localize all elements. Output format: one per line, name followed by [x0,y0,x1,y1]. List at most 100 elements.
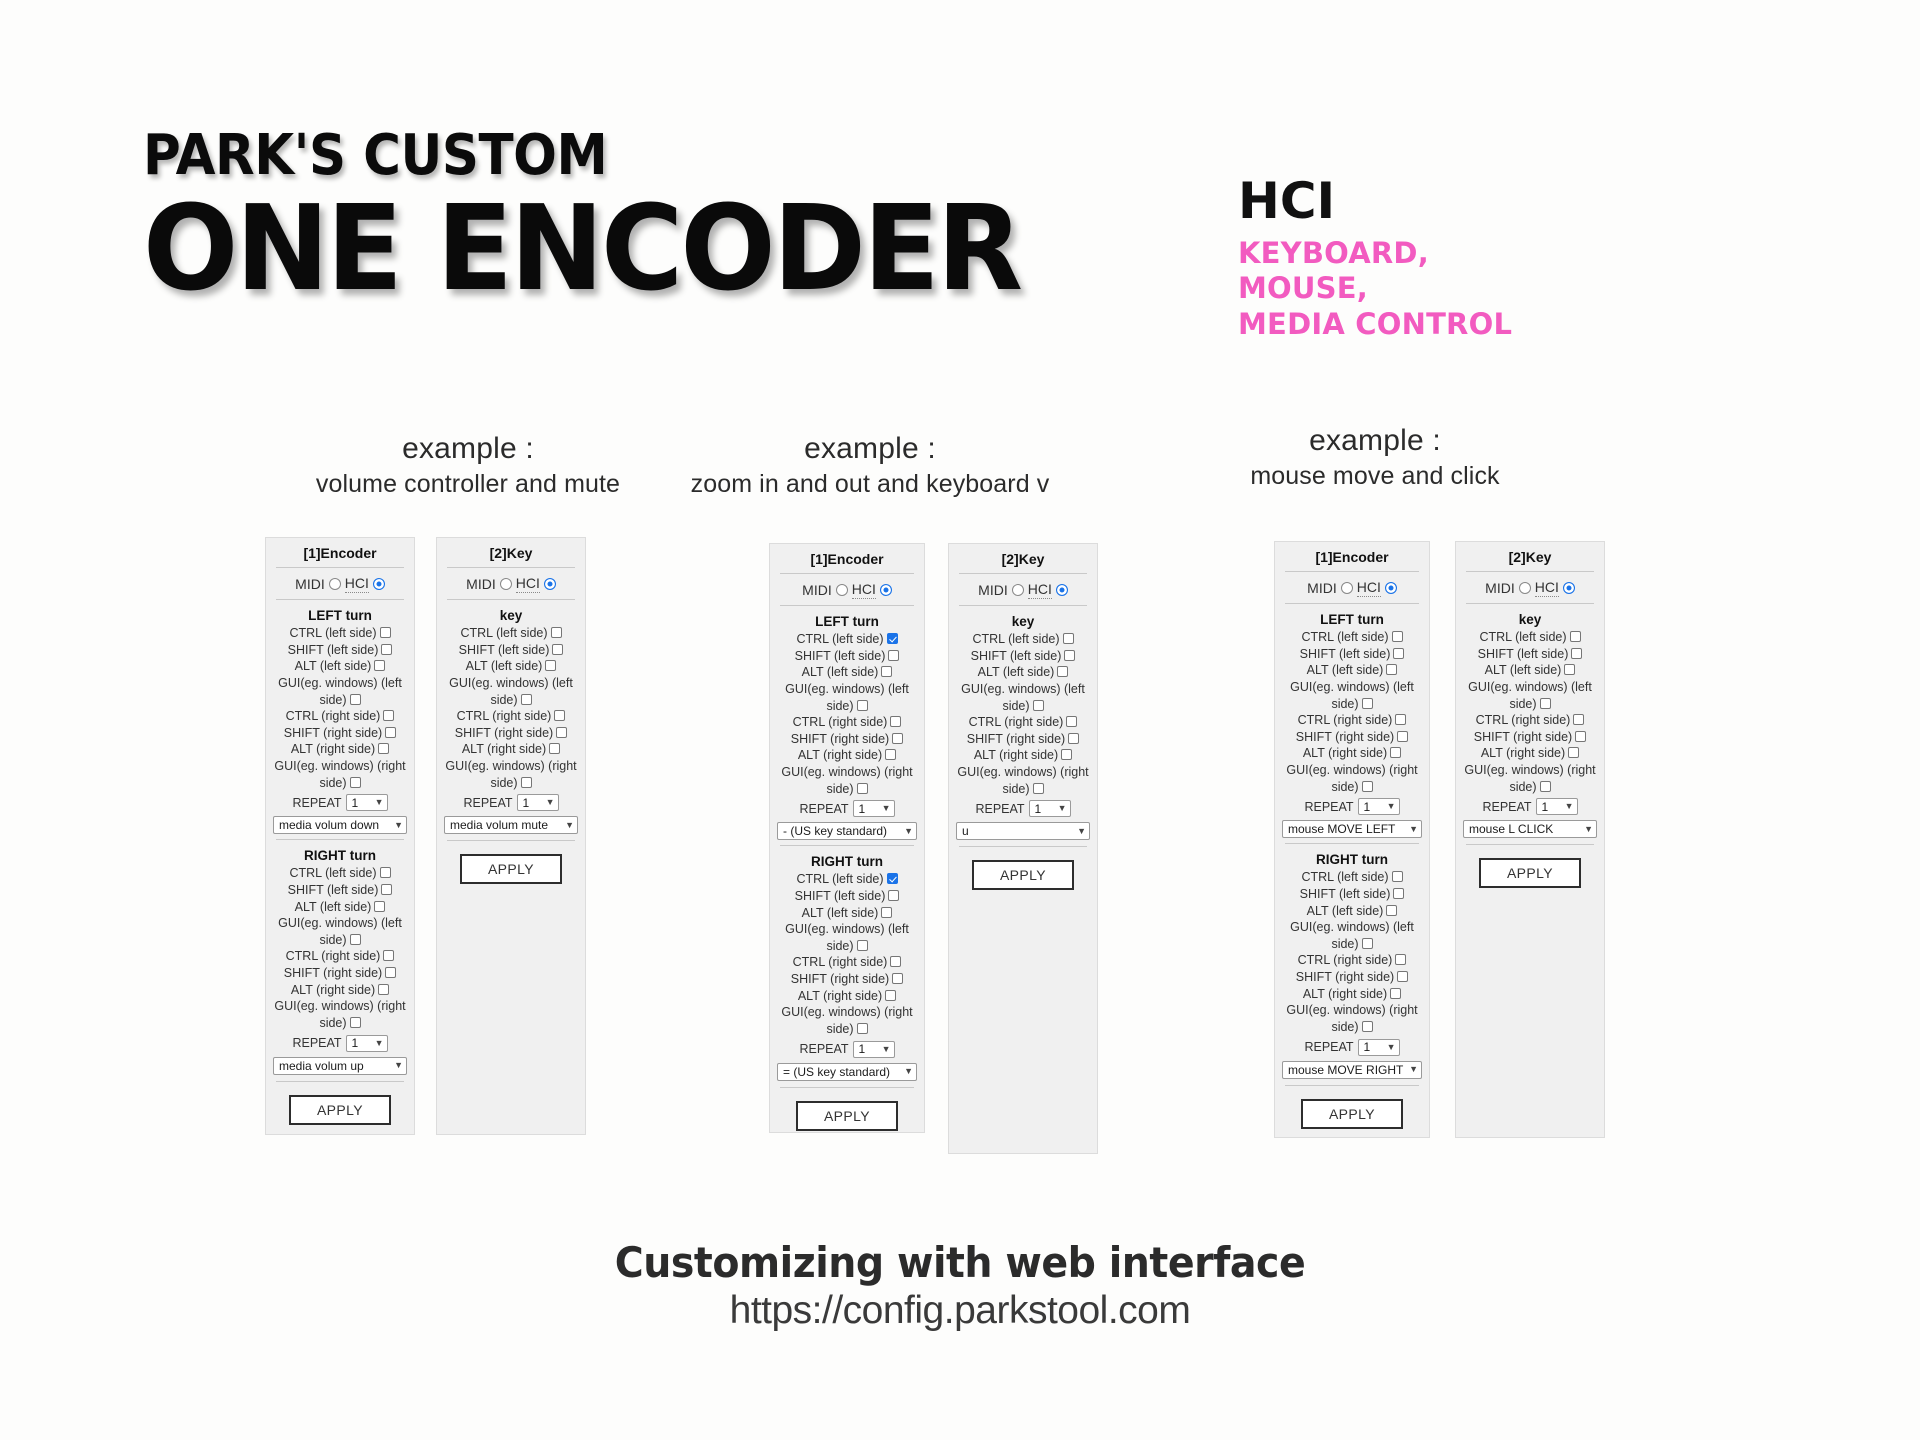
modifier-checkbox[interactable] [1064,649,1076,661]
modifier-row[interactable]: GUI(eg. windows) (right side) [266,998,414,1031]
modifier-checkbox[interactable] [1032,699,1044,711]
repeat-select[interactable]: 1 ▼ [1357,798,1400,816]
modifier-row[interactable]: SHIFT (right side) [266,725,414,742]
modifier-row[interactable]: CTRL (right side) [770,954,924,971]
repeat-select[interactable]: 1 ▼ [345,1034,388,1052]
action-select[interactable]: = (US key standard) ▼ [777,1062,917,1081]
action-select[interactable]: media volum up ▼ [273,1056,407,1075]
action-select[interactable]: mouse MOVE RIGHT ▼ [1282,1060,1422,1079]
modifier-checkbox[interactable] [381,643,393,655]
modifier-checkbox[interactable] [520,776,532,788]
modifier-checkbox[interactable] [1062,633,1074,644]
modifier-checkbox[interactable] [378,983,390,995]
modifier-row[interactable]: SHIFT (right side) [1456,729,1604,746]
apply-button[interactable]: APPLY [1478,858,1582,889]
repeat-row[interactable]: REPEAT 1 ▼ [266,791,414,813]
modifier-checkbox[interactable] [881,666,893,678]
modifier-row[interactable]: GUI(eg. windows) (right side) [770,1004,924,1037]
modifier-checkbox[interactable] [1057,666,1069,678]
modifier-checkbox[interactable] [1564,664,1576,676]
apply-button[interactable]: APPLY [459,854,563,885]
action-select[interactable]: media volum down ▼ [273,816,407,835]
modifier-row[interactable]: GUI(eg. windows) (left side) [266,915,414,948]
modifier-row[interactable]: SHIFT (right side) [770,731,924,748]
modifier-row[interactable]: ALT (left side) [1456,662,1604,679]
modifier-row[interactable]: SHIFT (right side) [949,731,1097,748]
modifier-checkbox[interactable] [549,743,561,755]
modifier-checkbox[interactable] [1571,647,1583,659]
modifier-row[interactable]: ALT (left side) [266,899,414,916]
repeat-row[interactable]: REPEAT 1 ▼ [770,797,924,819]
modifier-checkbox[interactable] [383,710,395,722]
modifier-row[interactable]: ALT (right side) [770,747,924,764]
modifier-checkbox[interactable] [1032,782,1044,794]
modifier-row[interactable]: CTRL (right side) [266,948,414,965]
modifier-row[interactable]: ALT (right side) [1456,745,1604,762]
modifier-row[interactable]: ALT (right side) [266,982,414,999]
radio-hci[interactable] [1562,582,1575,594]
modifier-row[interactable]: CTRL (left side) [1275,629,1429,646]
radio-midi[interactable] [1340,582,1353,594]
modifier-checkbox[interactable] [886,873,898,885]
modifier-row[interactable]: SHIFT (left side) [770,888,924,905]
modifier-row[interactable]: CTRL (right side) [266,708,414,725]
modifier-checkbox[interactable] [1361,1020,1373,1032]
modifier-row[interactable]: ALT (left side) [1275,662,1429,679]
modifier-checkbox[interactable] [1573,714,1585,726]
modifier-row[interactable]: CTRL (left side) [437,625,585,642]
modifier-checkbox[interactable] [888,649,900,661]
modifier-row[interactable]: CTRL (left side) [949,631,1097,648]
modifier-checkbox[interactable] [881,906,893,918]
modifier-row[interactable]: ALT (left side) [770,664,924,681]
modifier-checkbox[interactable] [1575,730,1587,742]
action-select[interactable]: u ▼ [956,822,1090,841]
modifier-checkbox[interactable] [545,660,557,672]
action-select[interactable]: media volum mute ▼ [444,816,578,835]
mode-selector[interactable]: MIDI HCI [1275,572,1429,603]
modifier-checkbox[interactable] [349,1016,361,1028]
modifier-row[interactable]: GUI(eg. windows) (right side) [437,758,585,791]
modifier-checkbox[interactable] [1539,780,1551,792]
modifier-checkbox[interactable] [856,699,868,711]
repeat-row[interactable]: REPEAT 1 ▼ [949,797,1097,819]
action-select[interactable]: mouse L CLICK ▼ [1463,820,1597,839]
radio-hci[interactable] [543,578,556,590]
modifier-row[interactable]: ALT (right side) [1275,986,1429,1003]
modifier-checkbox[interactable] [385,967,397,978]
modifier-row[interactable]: SHIFT (left side) [266,882,414,899]
modifier-row[interactable]: CTRL (left side) [1456,629,1604,646]
modifier-checkbox[interactable] [379,627,391,638]
repeat-row[interactable]: REPEAT 1 ▼ [770,1038,924,1060]
modifier-checkbox[interactable] [892,973,904,984]
modifier-checkbox[interactable] [1539,697,1551,709]
modifier-row[interactable]: ALT (right side) [1275,745,1429,762]
modifier-row[interactable]: CTRL (right side) [1275,712,1429,729]
mode-selector[interactable]: MIDI HCI [437,568,585,599]
repeat-row[interactable]: REPEAT 1 ▼ [437,791,585,813]
modifier-checkbox[interactable] [1361,937,1373,949]
modifier-row[interactable]: ALT (right side) [770,988,924,1005]
repeat-select[interactable]: 1 ▼ [1535,798,1578,816]
modifier-row[interactable]: SHIFT (left side) [949,648,1097,665]
footer-url[interactable]: https://config.parkstool.com [0,1289,1920,1333]
modifier-row[interactable]: SHIFT (right side) [266,965,414,982]
modifier-checkbox[interactable] [1393,887,1405,899]
modifier-checkbox[interactable] [886,633,898,644]
modifier-checkbox[interactable] [856,782,868,794]
modifier-checkbox[interactable] [378,743,390,755]
modifier-row[interactable]: GUI(eg. windows) (left side) [437,675,585,708]
repeat-row[interactable]: REPEAT 1 ▼ [1456,795,1604,817]
repeat-select[interactable]: 1 ▼ [1357,1038,1400,1056]
repeat-select[interactable]: 1 ▼ [516,794,559,812]
modifier-row[interactable]: GUI(eg. windows) (right side) [1275,1002,1429,1035]
modifier-checkbox[interactable] [1390,747,1402,759]
radio-hci[interactable] [1055,584,1068,596]
modifier-checkbox[interactable] [379,867,391,879]
modifier-checkbox[interactable] [885,989,897,1001]
apply-button[interactable]: APPLY [1300,1098,1404,1129]
modifier-checkbox[interactable] [1395,714,1407,726]
modifier-row[interactable]: CTRL (right side) [949,714,1097,731]
modifier-checkbox[interactable] [349,693,361,705]
modifier-row[interactable]: SHIFT (left side) [437,642,585,659]
repeat-row[interactable]: REPEAT 1 ▼ [266,1032,414,1054]
